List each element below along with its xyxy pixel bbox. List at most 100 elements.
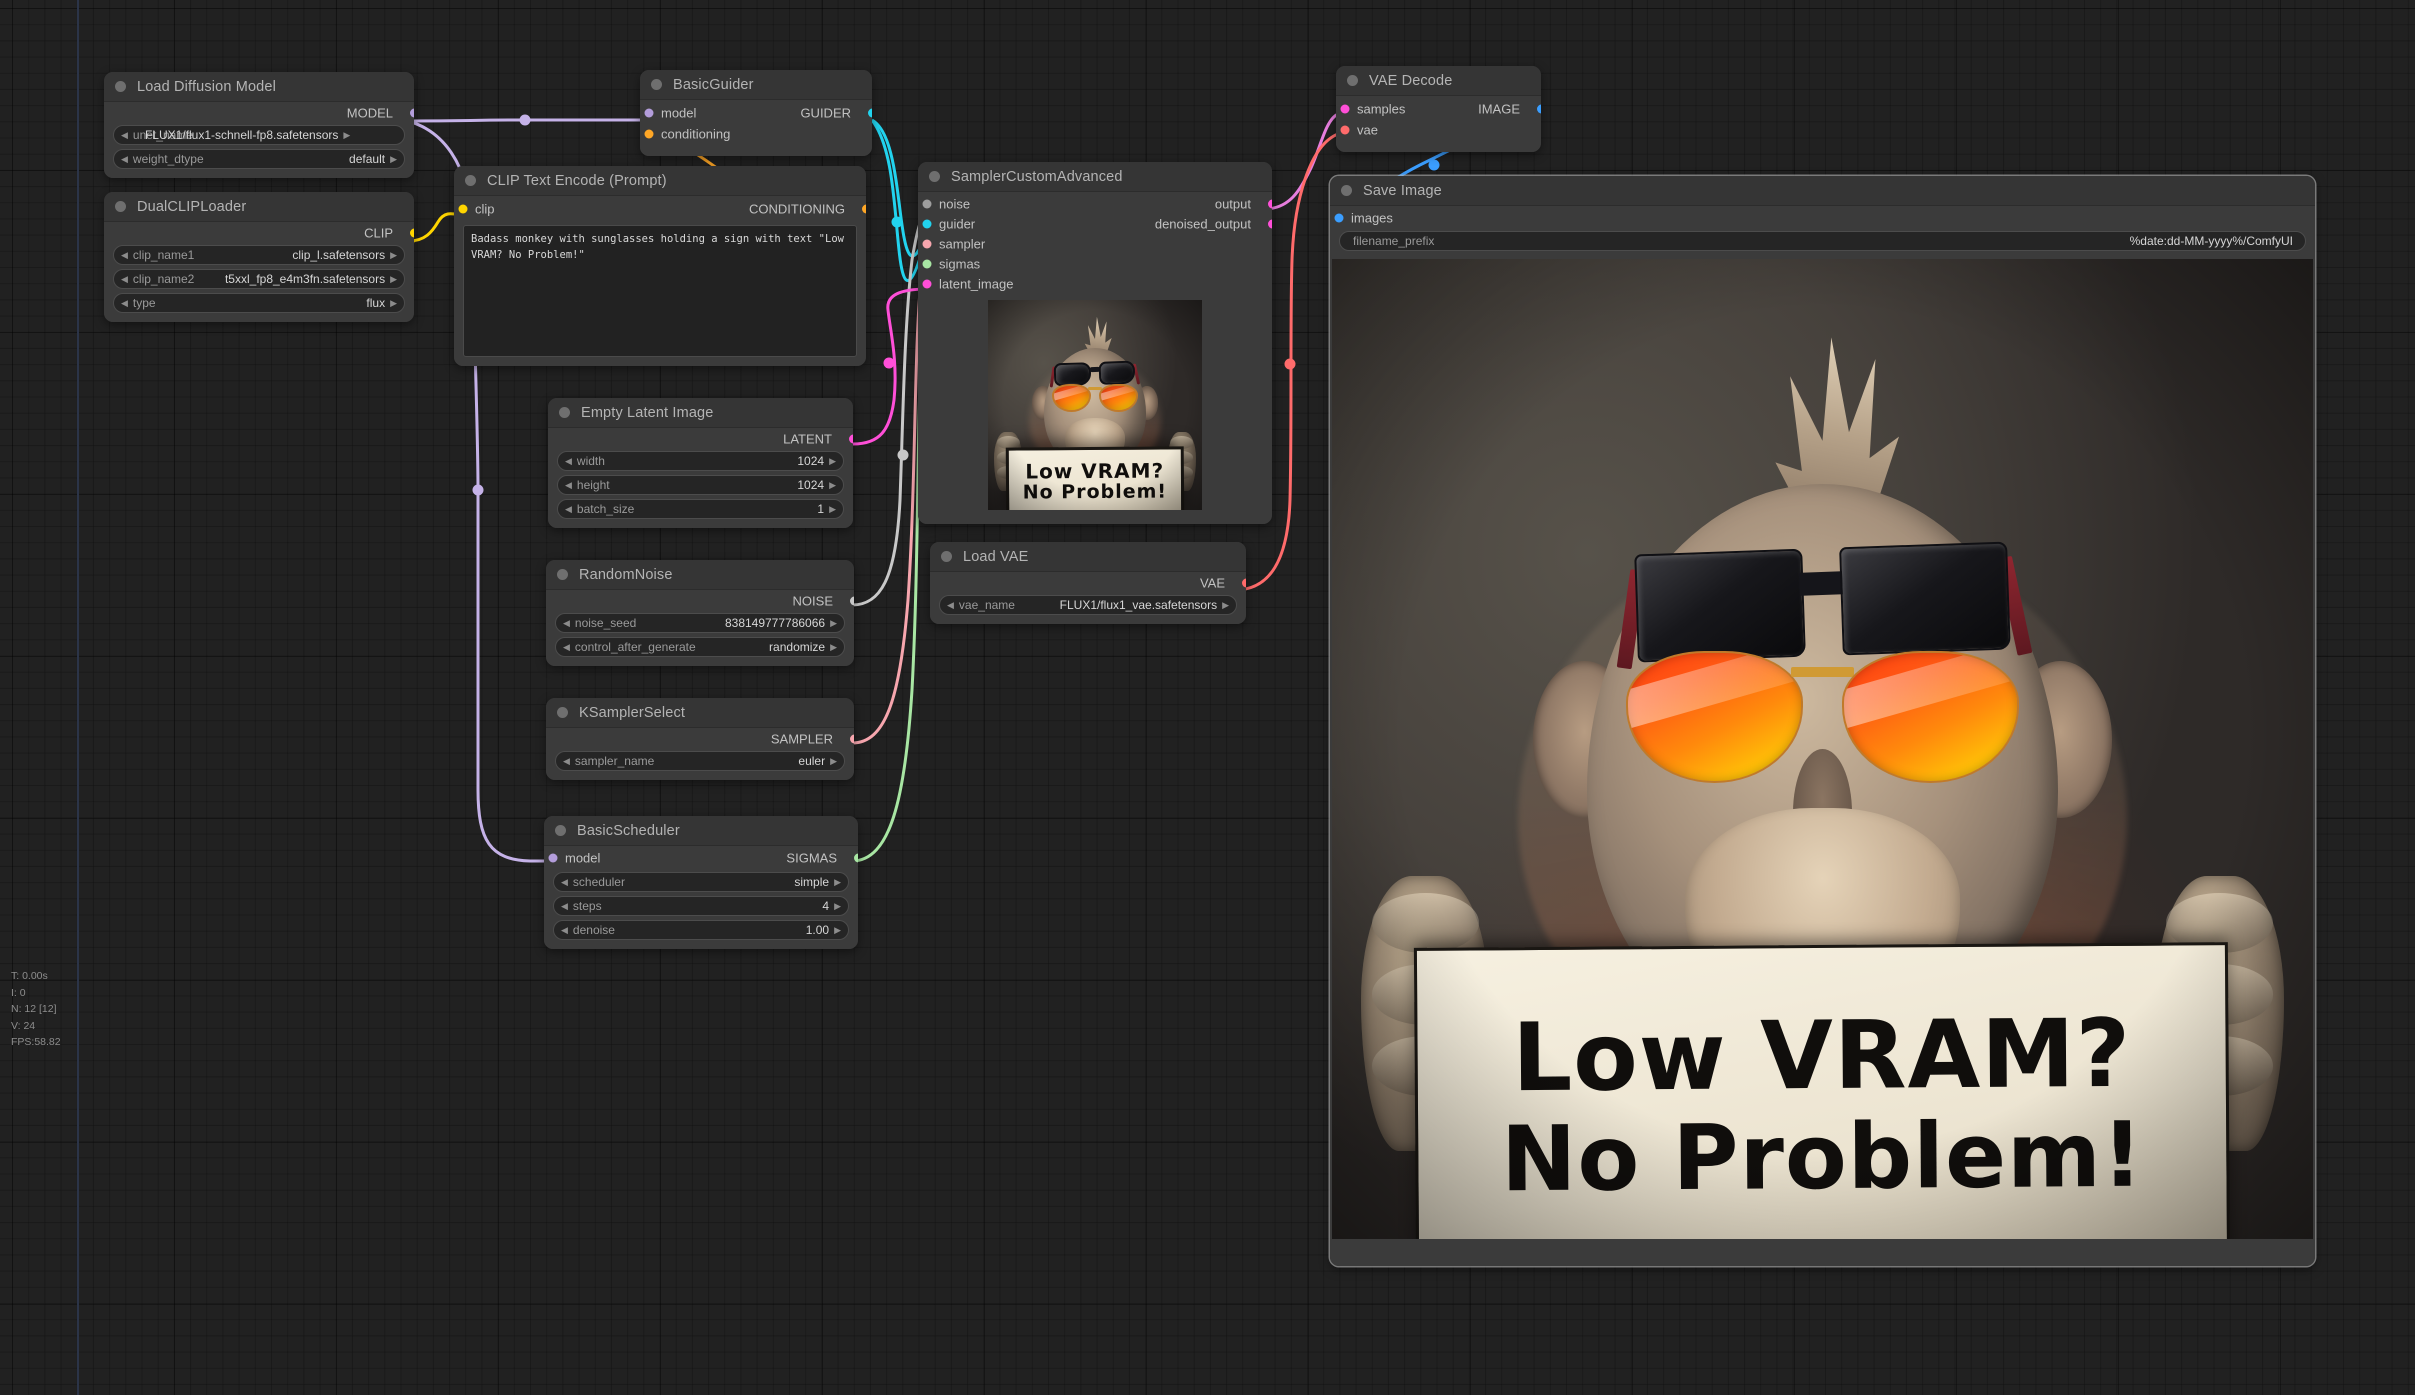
widget-clip-name2[interactable]: ◀ clip_name2 t5xxl_fp8_e4m3fn.safetensor…: [113, 269, 405, 289]
slot-row-clip[interactable]: clip CONDITIONING: [454, 198, 866, 220]
chevron-left-icon[interactable]: ◀: [121, 250, 128, 260]
port-conditioning-out[interactable]: [861, 204, 866, 214]
node-basic-guider[interactable]: BasicGuider model GUIDER conditioning: [640, 70, 872, 156]
chevron-right-icon[interactable]: ▶: [830, 618, 837, 628]
node-vae-decode[interactable]: VAE Decode samples IMAGE vae: [1336, 66, 1541, 152]
node-header[interactable]: CLIP Text Encode (Prompt): [454, 166, 866, 196]
widget-noise-seed[interactable]: ◀ noise_seed 838149777786066 ▶: [555, 613, 845, 633]
widget-unet-name[interactable]: ◀ unet_name FLUX1/flux1-schnell-fp8.safe…: [113, 125, 405, 145]
port-vae-in[interactable]: [1340, 125, 1350, 135]
port-denoised-output-out[interactable]: [1267, 219, 1272, 229]
widget-weight-dtype[interactable]: ◀ weight_dtype default ▶: [113, 149, 405, 169]
port-samples-in[interactable]: [1340, 104, 1350, 114]
output-slot-vae[interactable]: VAE: [930, 574, 1246, 591]
node-header[interactable]: Load Diffusion Model: [104, 72, 414, 102]
node-collapse-icon[interactable]: [115, 81, 126, 92]
node-load-diffusion-model[interactable]: Load Diffusion Model MODEL ◀ unet_name F…: [104, 72, 414, 178]
chevron-right-icon[interactable]: ▶: [834, 901, 841, 911]
node-dual-clip-loader[interactable]: DualCLIPLoader CLIP ◀ clip_name1 clip_l.…: [104, 192, 414, 322]
port-clip-in[interactable]: [458, 204, 468, 214]
node-collapse-icon[interactable]: [1347, 75, 1358, 86]
preview-image-save[interactable]: Low VRAM? No Problem!: [1332, 259, 2313, 1239]
port-image-out[interactable]: [1536, 104, 1541, 114]
graph-canvas[interactable]: Load Diffusion Model MODEL ◀ unet_name F…: [0, 0, 2415, 1395]
node-save-image[interactable]: Save Image images filename_prefix %date:…: [1330, 176, 2315, 1266]
slot-row-sampler[interactable]: sampler: [918, 234, 1272, 254]
port-sigmas-in[interactable]: [922, 259, 932, 269]
node-ksampler-select[interactable]: KSamplerSelect SAMPLER ◀ sampler_name eu…: [546, 698, 854, 780]
chevron-right-icon[interactable]: ▶: [829, 504, 836, 514]
chevron-left-icon[interactable]: ◀: [565, 480, 572, 490]
node-header[interactable]: Empty Latent Image: [548, 398, 853, 428]
slot-row-vae[interactable]: vae: [1336, 120, 1541, 140]
chevron-right-icon[interactable]: ▶: [390, 298, 397, 308]
port-latent-image-in[interactable]: [922, 279, 932, 289]
slot-row-samples-image[interactable]: samples IMAGE: [1336, 98, 1541, 120]
output-slot-clip[interactable]: CLIP: [104, 224, 414, 241]
node-empty-latent-image[interactable]: Empty Latent Image LATENT ◀ width 1024 ▶…: [548, 398, 853, 528]
chevron-right-icon[interactable]: ▶: [390, 250, 397, 260]
node-header[interactable]: SamplerCustomAdvanced: [918, 162, 1272, 192]
slot-row-noise-output[interactable]: noise output: [918, 194, 1272, 214]
port-clip-out[interactable]: [409, 228, 414, 237]
chevron-left-icon[interactable]: ◀: [121, 274, 128, 284]
chevron-left-icon[interactable]: ◀: [563, 642, 570, 652]
slot-row-latent-image[interactable]: latent_image: [918, 274, 1272, 294]
port-sigmas-out[interactable]: [853, 853, 858, 863]
node-header[interactable]: Save Image: [1330, 176, 2315, 206]
slot-row-model-sigmas[interactable]: model SIGMAS: [544, 848, 858, 868]
port-latent-out[interactable]: [848, 434, 853, 443]
port-model-in[interactable]: [644, 108, 654, 118]
node-header[interactable]: VAE Decode: [1336, 66, 1541, 96]
node-collapse-icon[interactable]: [651, 79, 662, 90]
node-collapse-icon[interactable]: [557, 707, 568, 718]
widget-control-after-generate[interactable]: ◀ control_after_generate randomize ▶: [555, 637, 845, 657]
output-slot-latent[interactable]: LATENT: [548, 430, 853, 447]
chevron-right-icon[interactable]: ▶: [834, 925, 841, 935]
node-collapse-icon[interactable]: [1341, 185, 1352, 196]
slot-row-guider-denoised[interactable]: guider denoised_output: [918, 214, 1272, 234]
node-collapse-icon[interactable]: [115, 201, 126, 212]
slot-row-images[interactable]: images: [1330, 208, 2315, 227]
node-collapse-icon[interactable]: [559, 407, 570, 418]
node-random-noise[interactable]: RandomNoise NOISE ◀ noise_seed 838149777…: [546, 560, 854, 666]
port-sampler-out[interactable]: [849, 734, 854, 743]
chevron-right-icon[interactable]: ▶: [390, 154, 397, 164]
chevron-left-icon[interactable]: ◀: [561, 877, 568, 887]
chevron-left-icon[interactable]: ◀: [563, 756, 570, 766]
widget-type[interactable]: ◀ type flux ▶: [113, 293, 405, 313]
chevron-right-icon[interactable]: ▶: [830, 642, 837, 652]
node-basic-scheduler[interactable]: BasicScheduler model SIGMAS ◀ scheduler …: [544, 816, 858, 949]
chevron-right-icon[interactable]: ▶: [830, 756, 837, 766]
widget-denoise[interactable]: ◀ denoise 1.00 ▶: [553, 920, 849, 940]
widget-sampler-name[interactable]: ◀ sampler_name euler ▶: [555, 751, 845, 771]
node-header[interactable]: RandomNoise: [546, 560, 854, 590]
chevron-left-icon[interactable]: ◀: [947, 600, 954, 610]
slot-row-conditioning[interactable]: conditioning: [640, 124, 872, 144]
port-vae-out[interactable]: [1241, 578, 1246, 587]
widget-scheduler[interactable]: ◀ scheduler simple ▶: [553, 872, 849, 892]
node-collapse-icon[interactable]: [929, 171, 940, 182]
chevron-right-icon[interactable]: ▶: [829, 456, 836, 466]
port-guider-out[interactable]: [867, 108, 872, 118]
widget-width[interactable]: ◀ width 1024 ▶: [557, 451, 844, 471]
chevron-left-icon[interactable]: ◀: [563, 618, 570, 628]
output-slot-noise[interactable]: NOISE: [546, 592, 854, 609]
slot-row-model-guider[interactable]: model GUIDER: [640, 102, 872, 124]
chevron-left-icon[interactable]: ◀: [565, 456, 572, 466]
widget-filename-prefix[interactable]: filename_prefix %date:dd-MM-yyyy%/ComfyU…: [1339, 231, 2306, 251]
chevron-right-icon[interactable]: ▶: [390, 274, 397, 284]
port-model-out[interactable]: [409, 108, 414, 117]
chevron-left-icon[interactable]: ◀: [121, 130, 128, 140]
slot-row-sigmas[interactable]: sigmas: [918, 254, 1272, 274]
node-sampler-custom-advanced[interactable]: SamplerCustomAdvanced noise output guide…: [918, 162, 1272, 524]
node-collapse-icon[interactable]: [941, 551, 952, 562]
port-sampler-in[interactable]: [922, 239, 932, 249]
chevron-right-icon[interactable]: ▶: [829, 480, 836, 490]
chevron-left-icon[interactable]: ◀: [121, 298, 128, 308]
node-header[interactable]: KSamplerSelect: [546, 698, 854, 728]
node-clip-text-encode[interactable]: CLIP Text Encode (Prompt) clip CONDITION…: [454, 166, 866, 366]
chevron-right-icon[interactable]: ▶: [1222, 600, 1229, 610]
node-collapse-icon[interactable]: [555, 825, 566, 836]
node-header[interactable]: BasicGuider: [640, 70, 872, 100]
